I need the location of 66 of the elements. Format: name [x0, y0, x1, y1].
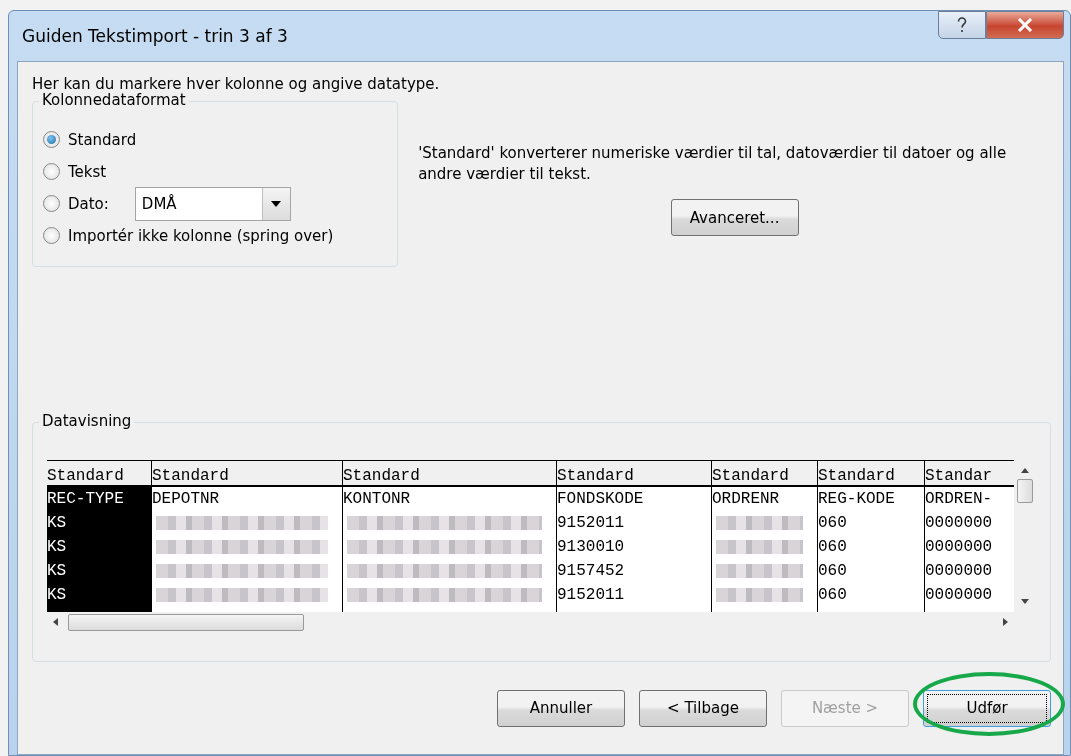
column-header[interactable]: Standard	[712, 461, 817, 487]
scroll-left-icon	[53, 618, 58, 626]
date-format-dropdown[interactable]: DMÅ	[134, 186, 291, 221]
column-header[interactable]: Standard	[343, 461, 556, 487]
help-button[interactable]	[938, 11, 986, 39]
column-header[interactable]: Standard	[557, 461, 711, 487]
group-title: Datavisning	[39, 412, 135, 430]
dialog-button[interactable]: < Tilbage	[639, 689, 767, 727]
table-cell-text: KS	[47, 537, 68, 558]
radio-label: Tekst	[68, 162, 107, 181]
table-cell-text: DEPOTNR	[152, 489, 221, 510]
radio-button[interactable]	[43, 163, 60, 180]
table-cell-text: KS	[47, 513, 68, 534]
table-cell-text: KS	[47, 561, 68, 582]
table-cell-text: 9157452	[557, 561, 626, 582]
table-cell-text: ORDREN-	[925, 489, 994, 510]
scroll-right-icon	[1003, 618, 1008, 626]
column-header[interactable]: Standard	[818, 461, 924, 487]
close-button[interactable]	[986, 11, 1064, 39]
radio-button[interactable]	[43, 195, 60, 212]
advanced-button[interactable]: Avanceret...	[670, 199, 799, 236]
radio-label: Standard	[68, 130, 137, 149]
scroll-down-icon	[1021, 599, 1029, 604]
table-cell-text: REG-KODE	[818, 489, 896, 510]
dropdown-button[interactable]	[261, 187, 290, 220]
preview-column[interactable]: Standard REG-KODE 060 060 060 060	[818, 461, 925, 612]
table-cell-text: 060	[818, 561, 848, 582]
table-cell-text: 0000000	[925, 513, 994, 534]
table-cell-text: 9152011	[557, 585, 626, 606]
table-cell-text: 9130010	[557, 537, 626, 558]
scroll-thumb[interactable]	[68, 613, 304, 631]
table-cell-text: FONDSKODE	[557, 489, 645, 510]
table-cell-text: ORDRENR	[712, 489, 781, 510]
table-cell-text: KS	[47, 585, 68, 606]
help-icon	[957, 17, 967, 33]
description-text: 'Standard' konverterer numeriske værdier til tal, datoværdier til datoer og alle andre værdier til tekst.	[418, 143, 1008, 185]
scroll-up-icon	[1021, 468, 1029, 473]
dialog-button[interactable]: Udfør	[923, 689, 1051, 727]
table-cell-text: 060	[818, 537, 848, 558]
table-cell-text: 0000000	[925, 585, 994, 606]
dialog-button[interactable]: Annuller	[497, 689, 625, 727]
caret-icon	[271, 200, 282, 207]
preview-column[interactable]: Standard REC-TYPE KS KS KS KS	[47, 461, 152, 612]
table-cell-text: 0000000	[925, 537, 994, 558]
window-title: Guiden Tekstimport - trin 3 af 3	[22, 26, 288, 46]
radio-button[interactable]	[43, 227, 60, 244]
column-header[interactable]: Standard	[152, 461, 342, 487]
radio-label: Dato:	[68, 194, 109, 213]
preview-column[interactable]: Standard DEPOTNR	[152, 461, 343, 612]
table-cell-text: 060	[818, 585, 848, 606]
preview-column[interactable]: Standard KONTONR	[343, 461, 557, 612]
preview-column[interactable]: Standard FONDSKODE 9152011 9130010 9157452 9152011	[557, 461, 712, 612]
table-cell-text: 060	[818, 513, 848, 534]
column-header[interactable]: Standar	[925, 461, 1014, 487]
table-cell-text: REC-TYPE	[47, 489, 125, 510]
table-cell-text: 9152011	[557, 513, 626, 534]
table-cell-text: 0000000	[925, 561, 994, 582]
table-cell-text: KONTONR	[343, 489, 412, 510]
column-header[interactable]: Standard	[47, 461, 151, 487]
instruction-text: Her kan du markere hver kolonne og angive datatype.	[32, 75, 441, 93]
close-icon	[1017, 18, 1033, 32]
dropdown-value: DMÅ	[141, 194, 177, 213]
preview-column[interactable]: Standard ORDRENR	[712, 461, 818, 612]
radio-button[interactable]	[43, 131, 60, 148]
radio-label: Importér ikke kolonne (spring over)	[68, 226, 334, 245]
scroll-thumb[interactable]	[1017, 479, 1033, 503]
